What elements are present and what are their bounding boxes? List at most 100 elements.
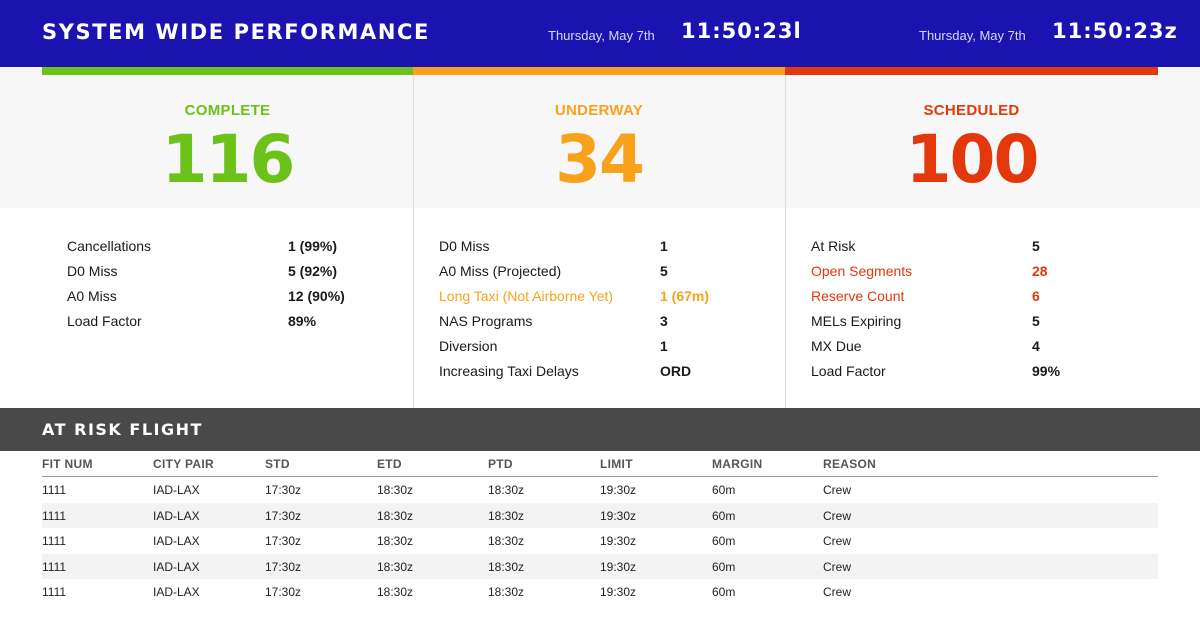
metric-label: Reserve Count [811, 288, 905, 304]
column-header[interactable]: FIT NUM [42, 457, 93, 471]
table-cell: 19:30z [600, 585, 637, 600]
table-cell: 18:30z [488, 508, 525, 523]
local-date: Thursday, May 7th [548, 28, 655, 43]
metric-label: Long Taxi (Not Airborne Yet) [439, 288, 614, 304]
table-cell: Crew [823, 483, 852, 497]
table-header-row: FIT NUM CITY PAIR STD ETD PTD LIMIT MARGIN REAS… [42, 451, 1158, 477]
complete-label: COMPLETE [184, 102, 271, 119]
scheduled-panel-header: SCHEDULED 100 [785, 75, 1158, 208]
table-cell: 1111 [42, 559, 67, 574]
table-row[interactable]: 1111 IAD-LAX 17:30z 18:30z 18:30z 19:30z 60m Cr… [42, 528, 1158, 554]
metric-label: D0 Miss [67, 263, 118, 279]
at-risk-section-header: AT RISK FLIGHT [0, 408, 1200, 451]
metric-label: Diversion [439, 338, 498, 354]
metric-value: 5 [660, 263, 668, 279]
underway-accent-strip [413, 67, 785, 75]
table-cell: 18:30z [377, 483, 414, 497]
table-cell: Crew [823, 559, 852, 574]
table-cell: 18:30z [377, 585, 414, 600]
table-cell: IAD-LAX [153, 508, 200, 523]
column-header[interactable]: MARGIN [712, 457, 762, 471]
column-header[interactable]: LIMIT [600, 457, 633, 471]
table-cell: 18:30z [488, 559, 525, 574]
metric-label: A0 Miss (Projected) [439, 263, 562, 279]
table-cell: 1111 [42, 585, 67, 600]
table-cell: 17:30z [265, 559, 302, 574]
table-cell: 18:30z [488, 534, 525, 549]
column-header[interactable]: STD [265, 457, 290, 471]
scheduled-count: 100 [905, 121, 1040, 198]
table-cell: IAD-LAX [153, 483, 200, 497]
table-cell: 19:30z [600, 559, 637, 574]
metric-value: 3 [660, 313, 668, 329]
table-row[interactable]: 1111 IAD-LAX 17:30z 18:30z 18:30z 19:30z 60m Cr… [42, 502, 1158, 529]
table-cell: 18:30z [377, 559, 414, 574]
table-cell: 17:30z [265, 508, 302, 523]
table-cell: 60m [712, 483, 736, 497]
metric-label: At Risk [811, 238, 856, 254]
column-header[interactable]: PTD [488, 457, 513, 471]
table-cell: 17:30z [265, 585, 302, 600]
table-cell: IAD-LAX [153, 559, 200, 574]
table-cell: Crew [823, 534, 852, 549]
metric-value: 6 [1032, 288, 1040, 304]
column-header[interactable]: ETD [377, 457, 402, 471]
metric-value: 5 [1032, 313, 1040, 329]
metric-value: 1 (67m) [660, 288, 710, 304]
table-cell: 18:30z [377, 534, 414, 549]
table-row[interactable]: 1111 IAD-LAX 17:30z 18:30z 18:30z 19:30z 60m Cr… [42, 477, 1158, 503]
metric-label: A0 Miss [67, 288, 117, 304]
metric-value: 89% [288, 313, 317, 329]
metric-value: 99% [1032, 363, 1061, 379]
metric-value: 4 [1032, 338, 1040, 354]
column-header[interactable]: REASON [823, 457, 876, 471]
table-cell: 1111 [42, 534, 67, 549]
metric-value: 1 [660, 238, 668, 254]
complete-count: 116 [161, 121, 296, 198]
complete-panel-header: COMPLETE 116 [42, 75, 413, 208]
scheduled-label: SCHEDULED [923, 102, 1020, 119]
underway-panel-header: UNDERWAY 34 [413, 75, 785, 208]
at-risk-table: FIT NUM CITY PAIR STD ETD PTD LIMIT MARGIN REAS… [42, 451, 1158, 605]
table-cell: 60m [712, 508, 736, 523]
metric-value: 1 [660, 338, 668, 354]
metric-label: D0 Miss [439, 238, 490, 254]
metric-label: NAS Programs [439, 313, 533, 329]
metric-label: Cancellations [67, 238, 152, 254]
table-cell: 60m [712, 534, 736, 549]
complete-accent-strip [42, 67, 413, 75]
scheduled-accent-strip [785, 67, 1158, 75]
zulu-date: Thursday, May 7th [919, 28, 1026, 43]
at-risk-title: AT RISK FLIGHT [42, 420, 203, 439]
table-body: 1111 IAD-LAX 17:30z 18:30z 18:30z 19:30z 60m Cr… [42, 477, 1158, 605]
metric-label: Load Factor [811, 363, 886, 379]
column-header[interactable]: CITY PAIR [153, 457, 214, 471]
metric-value: 28 [1032, 263, 1048, 279]
metric-value: 1 (99%) [288, 238, 338, 254]
table-cell: Crew [823, 585, 852, 600]
table-cell: IAD-LAX [153, 534, 200, 549]
metric-value: 5 [1032, 238, 1040, 254]
metric-label: Increasing Taxi Delays [439, 363, 579, 379]
table-cell: 19:30z [600, 483, 637, 497]
underway-count: 34 [555, 121, 645, 198]
metric-value: ORD [660, 363, 692, 379]
table-cell: Crew [823, 508, 852, 523]
page-title: SYSTEM WIDE PERFORMANCE [42, 20, 430, 44]
table-cell: 17:30z [265, 534, 302, 549]
metric-label: MELs Expiring [811, 313, 902, 329]
metric-value: 5 (92%) [288, 263, 338, 279]
table-cell: IAD-LAX [153, 585, 200, 600]
metric-value: 12 (90%) [288, 288, 345, 304]
table-cell: 18:30z [488, 483, 525, 497]
table-cell: 18:30z [488, 585, 525, 600]
table-cell: 60m [712, 559, 736, 574]
local-time: 11:50:23l [681, 19, 802, 43]
table-cell: 19:30z [600, 508, 637, 523]
table-row[interactable]: 1111 IAD-LAX 17:30z 18:30z 18:30z 19:30z 60m Cr… [42, 579, 1158, 605]
table-cell: 17:30z [265, 483, 302, 497]
underway-label: UNDERWAY [554, 102, 644, 119]
metric-label: MX Due [811, 338, 862, 354]
metric-label: Load Factor [67, 313, 142, 329]
table-row[interactable]: 1111 IAD-LAX 17:30z 18:30z 18:30z 19:30z 60m Cr… [42, 553, 1158, 580]
